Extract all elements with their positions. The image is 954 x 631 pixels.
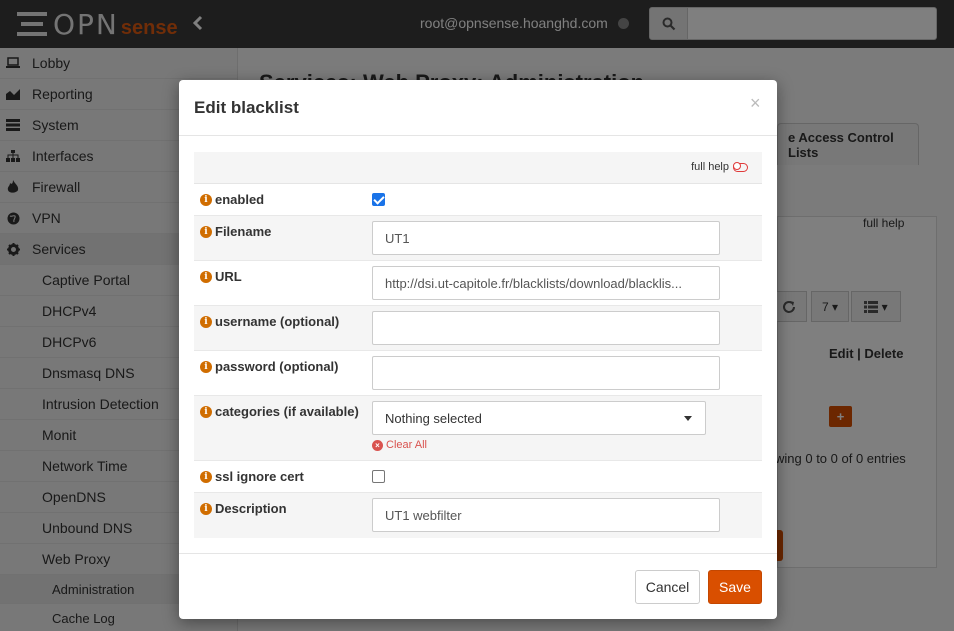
filename-label: Filename: [215, 224, 272, 239]
categories-value: Nothing selected: [385, 410, 482, 426]
caret-down-icon: [684, 416, 692, 421]
username-label: username (optional): [215, 314, 340, 329]
description-label: Description: [215, 501, 287, 516]
categories-label: categories (if available): [215, 404, 359, 419]
password-label: password (optional): [215, 359, 339, 374]
row-url: i URL http://dsi.ut-capitole.fr/blacklist…: [194, 261, 762, 306]
form-table: full help i enabled i Filename UT1 i URL ht…: [194, 152, 762, 538]
ssl-label: ssl ignore cert: [215, 469, 304, 484]
info-icon[interactable]: i: [200, 270, 212, 283]
save-button[interactable]: Save: [708, 570, 762, 604]
info-icon[interactable]: i: [200, 405, 212, 418]
url-label: URL: [215, 269, 242, 284]
username-input[interactable]: [372, 311, 720, 345]
enabled-checkbox[interactable]: [372, 193, 385, 206]
info-icon[interactable]: i: [200, 360, 212, 373]
info-icon[interactable]: i: [200, 470, 212, 483]
edit-blacklist-dialog: Edit blacklist × full help i enabled i Fil…: [179, 80, 777, 619]
row-password: i password (optional): [194, 351, 762, 396]
clear-all-link[interactable]: × Clear All: [372, 439, 427, 451]
filename-input[interactable]: UT1: [372, 221, 720, 255]
ssl-ignore-cert-checkbox[interactable]: [372, 470, 385, 483]
info-icon[interactable]: i: [200, 315, 212, 328]
cancel-button[interactable]: Cancel: [635, 570, 700, 604]
info-icon[interactable]: i: [200, 225, 212, 238]
full-help-row: full help: [194, 152, 762, 184]
full-help-toggle[interactable]: full help: [691, 161, 748, 173]
modal-title: Edit blacklist: [194, 98, 299, 117]
row-ssl-ignore-cert: i ssl ignore cert: [194, 461, 762, 493]
password-input[interactable]: [372, 356, 720, 390]
enabled-label: enabled: [215, 192, 265, 207]
row-description: i Description UT1 webfilter: [194, 493, 762, 538]
url-input[interactable]: http://dsi.ut-capitole.fr/blacklists/dow…: [372, 266, 720, 300]
row-filename: i Filename UT1: [194, 216, 762, 261]
modal-footer: Cancel Save: [179, 553, 777, 619]
description-input[interactable]: UT1 webfilter: [372, 498, 720, 532]
row-categories: i categories (if available) Nothing selec…: [194, 396, 762, 461]
toggle-off-icon: [732, 162, 748, 172]
info-icon[interactable]: i: [200, 193, 212, 206]
categories-select[interactable]: Nothing selected: [372, 401, 706, 435]
info-icon[interactable]: i: [200, 502, 212, 515]
row-enabled: i enabled: [194, 184, 762, 216]
modal-header: Edit blacklist ×: [179, 80, 777, 136]
full-help-label: full help: [691, 161, 729, 173]
clear-all-label: Clear All: [386, 439, 427, 451]
times-circle-icon: ×: [372, 439, 383, 451]
close-icon[interactable]: ×: [750, 93, 761, 114]
row-username: i username (optional): [194, 306, 762, 351]
